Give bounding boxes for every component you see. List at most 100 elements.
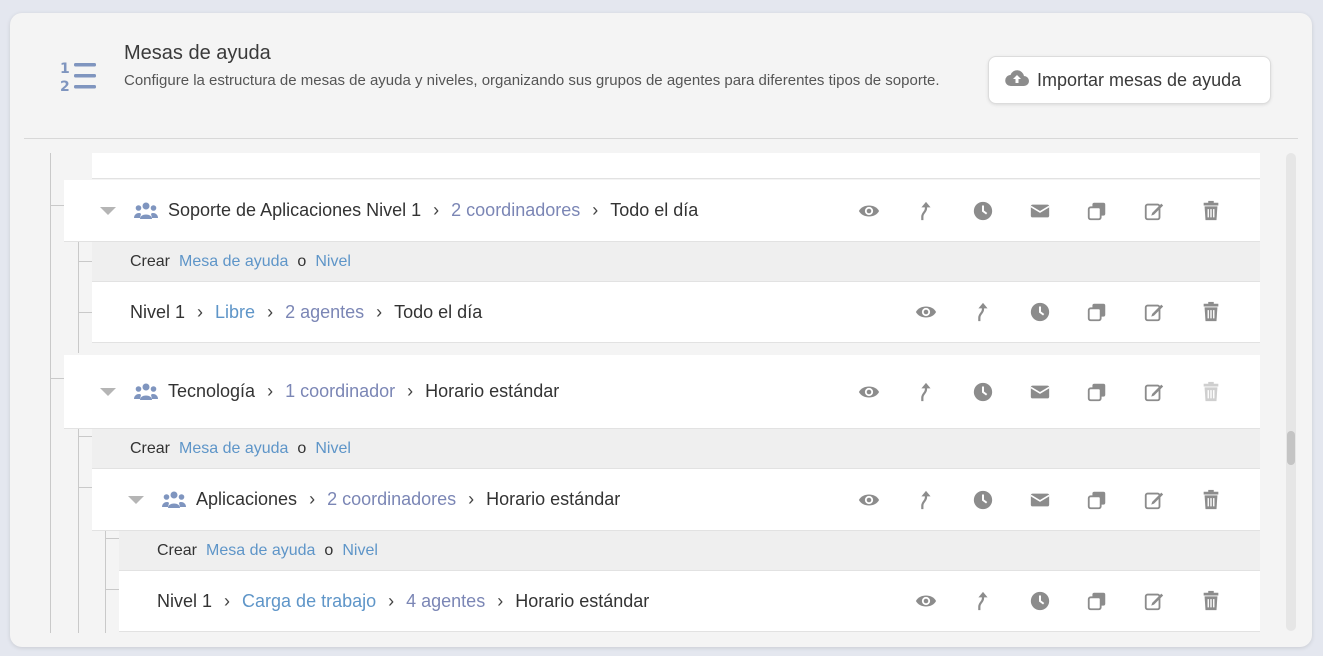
- edit-icon[interactable]: [1125, 200, 1182, 222]
- helpdesk-name: Soporte de Aplicaciones Nivel 1: [168, 200, 422, 220]
- breadcrumb-separator: ›: [592, 200, 599, 220]
- edit-icon[interactable]: [1125, 301, 1182, 323]
- assignment-mode-link[interactable]: Libre: [215, 302, 255, 323]
- copy-icon[interactable]: [1068, 381, 1125, 403]
- coordinators-link[interactable]: 2 coordinadores: [327, 489, 456, 510]
- level-name: Nivel 1: [130, 301, 186, 322]
- trash-icon[interactable]: [1182, 301, 1239, 323]
- view-eye-icon[interactable]: [840, 381, 897, 403]
- clock-icon[interactable]: [1011, 590, 1068, 612]
- breadcrumb-separator: ›: [224, 590, 231, 611]
- level-row-nivel1-libre[interactable]: Nivel 1 › Libre › 2 agentes › Todo el dí…: [92, 282, 1260, 343]
- tree-line: [105, 518, 106, 633]
- svg-text:2: 2: [60, 79, 70, 95]
- coordinators-link[interactable]: 1 coordinador: [285, 381, 395, 402]
- agents-link[interactable]: 4 agentes: [406, 591, 485, 612]
- tree-line: [105, 538, 119, 539]
- page-subtitle: Configure la estructura de mesas de ayud…: [124, 72, 940, 89]
- or-label: o: [297, 252, 307, 270]
- trash-icon-disabled: [1182, 381, 1239, 403]
- row-actions: [897, 571, 1239, 631]
- collapse-caret-icon[interactable]: [100, 387, 116, 396]
- create-label: Crear: [130, 252, 171, 270]
- helpdesk-row-aplicaciones[interactable]: Aplicaciones › 2 coordinadores › Horario…: [92, 469, 1260, 531]
- list-item: [92, 153, 1260, 179]
- collapse-caret-icon[interactable]: [128, 495, 144, 504]
- copy-icon[interactable]: [1068, 489, 1125, 511]
- create-helpdesk-link[interactable]: Mesa de ayuda: [179, 253, 288, 271]
- assignment-mode-link[interactable]: Carga de trabajo: [242, 591, 376, 612]
- view-eye-icon[interactable]: [840, 200, 897, 222]
- clock-icon[interactable]: [954, 200, 1011, 222]
- create-level-link[interactable]: Nivel: [315, 440, 351, 458]
- numbered-list-icon: 1 2: [60, 59, 100, 95]
- escalate-arrow-icon[interactable]: [897, 489, 954, 511]
- trash-icon[interactable]: [1182, 489, 1239, 511]
- helpdesk-row-soporte[interactable]: Soporte de Aplicaciones Nivel 1 › 2 coor…: [64, 180, 1260, 242]
- create-level-link[interactable]: Nivel: [315, 253, 351, 271]
- create-level-link[interactable]: Nivel: [342, 542, 378, 560]
- or-label: o: [297, 439, 307, 457]
- create-row: Crear Mesa de ayuda o Nivel: [92, 242, 1260, 282]
- schedule-label: Horario estándar: [515, 590, 650, 611]
- helpdesk-row-tecnologia[interactable]: Tecnología › 1 coordinador › Horario est…: [64, 355, 1260, 429]
- escalate-arrow-icon[interactable]: [954, 301, 1011, 323]
- escalate-arrow-icon[interactable]: [897, 381, 954, 403]
- tree-line: [105, 589, 119, 590]
- envelope-icon[interactable]: [1011, 489, 1068, 511]
- create-helpdesk-link[interactable]: Mesa de ayuda: [206, 542, 315, 560]
- clock-icon[interactable]: [954, 489, 1011, 511]
- breadcrumb-separator: ›: [197, 301, 204, 322]
- clock-icon[interactable]: [954, 381, 1011, 403]
- trash-icon[interactable]: [1182, 590, 1239, 612]
- schedule-label: Horario estándar: [425, 381, 560, 401]
- row-actions: [897, 282, 1239, 342]
- view-eye-icon[interactable]: [897, 301, 954, 323]
- tree-line: [50, 378, 64, 379]
- helpdesk-name: Aplicaciones: [196, 489, 298, 509]
- scrollbar-thumb[interactable]: [1287, 431, 1295, 465]
- page-title: Mesas de ayuda: [124, 42, 271, 64]
- tree-line: [50, 205, 64, 206]
- tree-line: [78, 436, 92, 437]
- view-eye-icon[interactable]: [840, 489, 897, 511]
- create-label: Crear: [130, 439, 171, 457]
- coordinators-link[interactable]: 2 coordinadores: [451, 200, 580, 221]
- collapse-caret-icon[interactable]: [100, 206, 116, 215]
- edit-icon[interactable]: [1125, 381, 1182, 403]
- import-button-label: Importar mesas de ayuda: [1037, 69, 1242, 90]
- helpdesk-card: 1 2 Mesas de ayuda Configure la estructu…: [10, 13, 1312, 647]
- helpdesk-tree[interactable]: Soporte de Aplicaciones Nivel 1 › 2 coor…: [38, 153, 1260, 633]
- tree-line: [78, 487, 92, 488]
- clock-icon[interactable]: [1011, 301, 1068, 323]
- level-row-nivel1-carga[interactable]: Nivel 1 › Carga de trabajo › 4 agentes ›…: [119, 571, 1260, 632]
- import-helpdesks-button[interactable]: Importar mesas de ayuda: [988, 56, 1271, 104]
- edit-icon[interactable]: [1125, 590, 1182, 612]
- copy-icon[interactable]: [1068, 590, 1125, 612]
- create-row: Crear Mesa de ayuda o Nivel: [119, 531, 1260, 571]
- create-label: Crear: [157, 541, 198, 559]
- escalate-arrow-icon[interactable]: [954, 590, 1011, 612]
- header-divider: [24, 138, 1298, 139]
- or-label: o: [324, 541, 334, 559]
- scrollbar-track[interactable]: [1286, 153, 1296, 631]
- trash-icon[interactable]: [1182, 200, 1239, 222]
- edit-icon[interactable]: [1125, 489, 1182, 511]
- group-icon: [162, 491, 186, 509]
- copy-icon[interactable]: [1068, 301, 1125, 323]
- agents-link[interactable]: 2 agentes: [285, 302, 364, 323]
- row-actions: [840, 180, 1239, 241]
- view-eye-icon[interactable]: [897, 590, 954, 612]
- escalate-arrow-icon[interactable]: [897, 200, 954, 222]
- envelope-icon[interactable]: [1011, 381, 1068, 403]
- create-helpdesk-link[interactable]: Mesa de ayuda: [179, 440, 288, 458]
- tree-line: [78, 241, 79, 353]
- copy-icon[interactable]: [1068, 200, 1125, 222]
- level-name: Nivel 1: [157, 590, 213, 611]
- create-row: Crear Mesa de ayuda o Nivel: [92, 429, 1260, 469]
- schedule-label: Todo el día: [610, 200, 699, 220]
- tree-line: [78, 261, 92, 262]
- breadcrumb-separator: ›: [433, 200, 440, 220]
- breadcrumb-separator: ›: [309, 489, 316, 509]
- envelope-icon[interactable]: [1011, 200, 1068, 222]
